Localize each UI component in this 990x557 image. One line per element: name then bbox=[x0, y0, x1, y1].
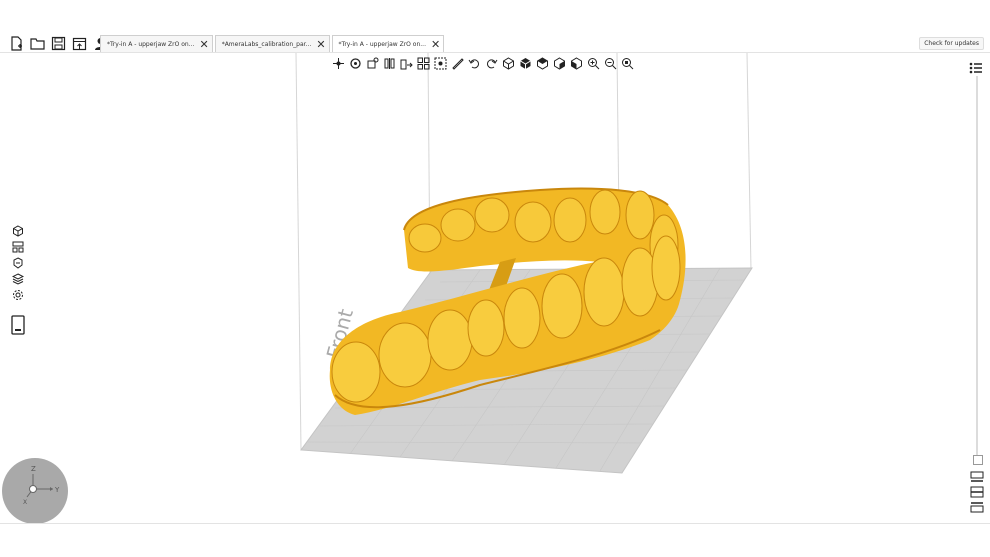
layout-icon[interactable] bbox=[400, 57, 413, 70]
close-icon[interactable]: ✕ bbox=[199, 38, 208, 51]
new-file-icon[interactable] bbox=[8, 35, 25, 52]
view-bottom-icon[interactable] bbox=[570, 57, 583, 70]
layer-view-top-icon[interactable] bbox=[970, 498, 984, 513]
undo-icon[interactable] bbox=[468, 57, 481, 70]
measure-icon[interactable] bbox=[451, 57, 464, 70]
close-icon[interactable]: ✕ bbox=[431, 38, 440, 51]
select-icon[interactable] bbox=[434, 57, 447, 70]
scale-icon[interactable] bbox=[366, 57, 379, 70]
save-icon[interactable] bbox=[50, 35, 67, 52]
layer-view-bottom-icon[interactable] bbox=[970, 468, 984, 482]
axis-z-label: Z bbox=[31, 465, 36, 473]
hollow-icon[interactable] bbox=[11, 256, 25, 270]
view-top-icon[interactable] bbox=[536, 57, 549, 70]
rotate-icon[interactable] bbox=[349, 57, 362, 70]
tab-try-in-2[interactable]: *Try-in A - upperjaw ZrO on... ✕ bbox=[331, 35, 445, 52]
redo-icon[interactable] bbox=[485, 57, 498, 70]
settings-icon[interactable] bbox=[11, 288, 25, 302]
axis-x-label: X bbox=[23, 499, 27, 506]
check-updates-button[interactable]: Check for updates bbox=[919, 37, 984, 50]
view-front-icon[interactable] bbox=[519, 57, 532, 70]
view-iso-icon[interactable] bbox=[502, 57, 515, 70]
open-folder-icon[interactable] bbox=[29, 35, 46, 52]
layers-icon[interactable] bbox=[11, 272, 25, 286]
layer-slider-track[interactable] bbox=[976, 76, 978, 460]
scene-canvas[interactable]: Front bbox=[0, 53, 990, 523]
layer-view-middle-icon[interactable] bbox=[970, 483, 984, 498]
arrange-icon[interactable] bbox=[417, 57, 430, 70]
left-toolbar bbox=[11, 224, 25, 336]
menu-icon[interactable] bbox=[969, 60, 983, 74]
close-icon[interactable]: ✕ bbox=[316, 38, 325, 51]
zoom-fit-icon[interactable] bbox=[621, 57, 634, 70]
view-side-icon[interactable] bbox=[553, 57, 566, 70]
supports-icon[interactable] bbox=[11, 240, 25, 254]
layer-view-buttons bbox=[970, 468, 984, 513]
axis-y-label: Y bbox=[54, 486, 60, 494]
tab-calibration[interactable]: *AmeraLabs_calibration_par... ✕ bbox=[214, 35, 330, 52]
tab-try-in-1[interactable]: *Try-in A - upperjaw ZrO on... ✕ bbox=[100, 35, 213, 52]
zoom-out-icon[interactable] bbox=[604, 57, 617, 70]
export-icon[interactable] bbox=[71, 35, 88, 52]
tab-label: *Try-in A - upperjaw ZrO on... bbox=[107, 40, 195, 48]
tab-label: *Try-in A - upperjaw ZrO on... bbox=[338, 40, 426, 48]
add-model-icon[interactable] bbox=[11, 224, 25, 238]
document-tabs: *Try-in A - upperjaw ZrO on... ✕ *AmeraL… bbox=[100, 35, 446, 52]
file-toolbar bbox=[8, 35, 109, 53]
divider bbox=[0, 523, 990, 524]
top-bar: *Try-in A - upperjaw ZrO on... ✕ *AmeraL… bbox=[0, 0, 990, 52]
layer-slider-handle[interactable] bbox=[973, 455, 983, 465]
printer-icon[interactable] bbox=[11, 314, 25, 336]
axis-gizmo[interactable]: Z Y X bbox=[2, 458, 68, 524]
mirror-icon[interactable] bbox=[383, 57, 396, 70]
zoom-in-icon[interactable] bbox=[587, 57, 600, 70]
view-toolbar bbox=[332, 57, 634, 70]
tab-label: *AmeraLabs_calibration_par... bbox=[221, 40, 312, 48]
move-icon[interactable] bbox=[332, 57, 345, 70]
